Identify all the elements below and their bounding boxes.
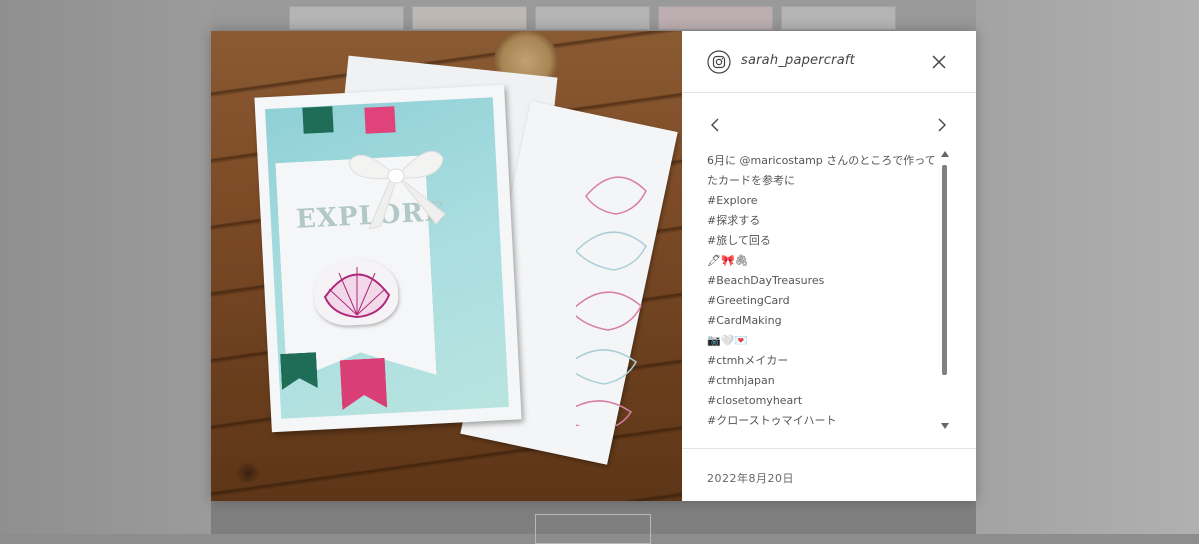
- ribbon-bow: [348, 150, 446, 229]
- caption-scrollbar[interactable]: [939, 151, 951, 433]
- envelope-shell-stamps: [576, 176, 647, 426]
- caption-line: たカードを参考に: [707, 174, 795, 187]
- background-thumbnail: [658, 6, 773, 30]
- scroll-down-arrow-icon[interactable]: [941, 423, 949, 429]
- background-thumbnail: [412, 6, 527, 30]
- caption-hashtag[interactable]: #CardMaking: [707, 311, 937, 331]
- caption-hashtag[interactable]: #Explore: [707, 191, 937, 211]
- caption-hashtag[interactable]: #BeachDayTreasures: [707, 271, 937, 291]
- post-caption: 6月に @maricostamp さんのところで作ってき たカードを参考に #E…: [707, 151, 937, 441]
- scrollbar-thumb[interactable]: [942, 165, 947, 375]
- instagram-icon[interactable]: [707, 50, 731, 74]
- post-lightbox: EXPLORE sarah_papercraft 6月に @maricostam…: [211, 31, 976, 501]
- chevron-left-icon[interactable]: [704, 114, 726, 136]
- caption-hashtag[interactable]: #旅して回る: [707, 231, 937, 251]
- caption-hashtag[interactable]: #closetomyheart: [707, 391, 937, 411]
- background-load-more-button: [535, 514, 651, 544]
- post-header: sarah_papercraft: [682, 31, 976, 93]
- caption-line: 6月に @maricostamp さんのところで作ってき: [707, 154, 937, 167]
- scroll-up-arrow-icon[interactable]: [941, 151, 949, 157]
- close-icon[interactable]: [926, 49, 952, 75]
- background-thumbnail: [289, 6, 404, 30]
- post-detail-panel: sarah_papercraft 6月に @maricostamp さんのところ…: [682, 31, 976, 501]
- caption-hashtag[interactable]: #ctmhjapan: [707, 371, 937, 391]
- card-strip-green: [302, 106, 334, 134]
- caption-emoji-line: 🖊🎀🖇: [707, 254, 749, 267]
- page-background-right: [976, 0, 1199, 534]
- wood-knot-small: [237, 463, 259, 483]
- background-thumbnail: [535, 6, 650, 30]
- card-strip-pink: [364, 106, 396, 134]
- page-background-left: [0, 0, 211, 534]
- post-photo: EXPLORE: [211, 31, 682, 501]
- background-thumbnail-row: [289, 6, 896, 30]
- card-shell-stamp: [323, 267, 391, 319]
- caption-hashtag[interactable]: #GreetingCard: [707, 291, 937, 311]
- caption-emoji-line: 📷🤍💌: [707, 334, 749, 347]
- caption-hashtag[interactable]: #クローストゥマイハート: [707, 411, 937, 431]
- caption-hashtag[interactable]: #ctmhメイカー: [707, 351, 937, 371]
- background-thumbnail: [781, 6, 896, 30]
- chevron-right-icon[interactable]: [931, 114, 953, 136]
- footer-divider: [682, 448, 976, 449]
- caption-hashtag[interactable]: #探求する: [707, 211, 937, 231]
- post-date: 2022年8月20日: [707, 472, 794, 485]
- post-username[interactable]: sarah_papercraft: [741, 53, 855, 68]
